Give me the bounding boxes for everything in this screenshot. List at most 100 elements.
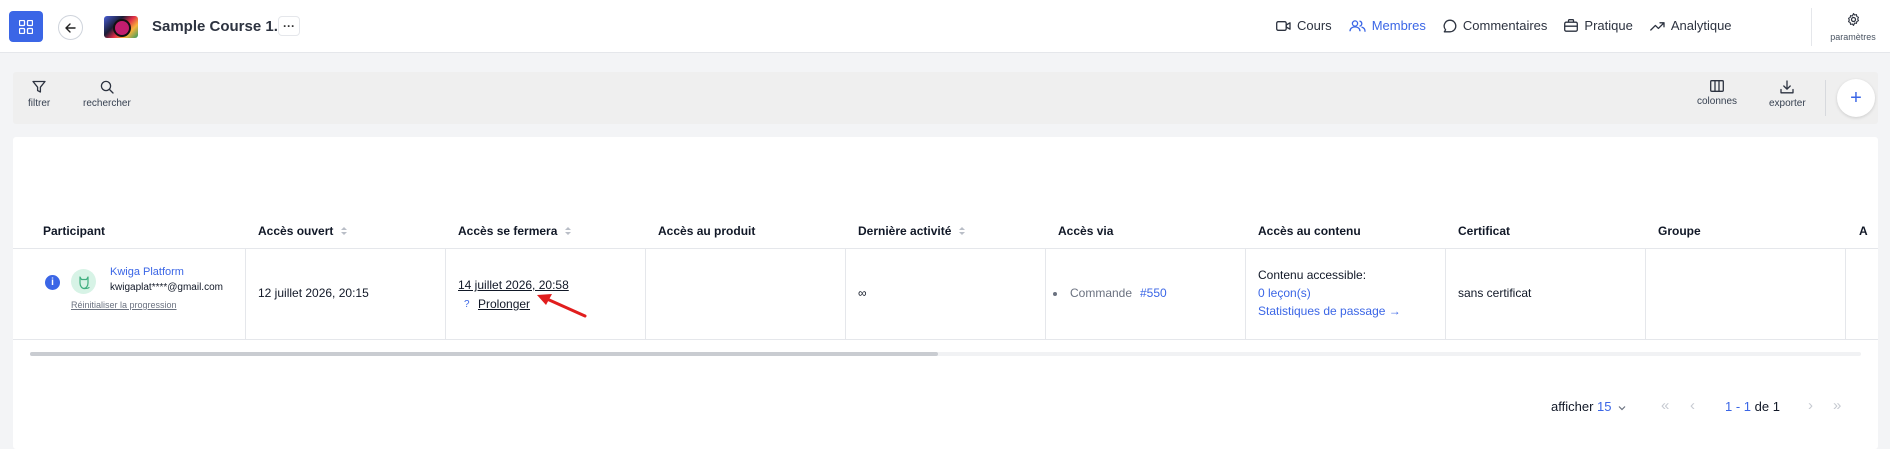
avatar [71, 269, 96, 294]
access-via-label: Commande [1070, 286, 1133, 300]
column-header-acces-se-fermera[interactable]: Accès se fermera [458, 224, 572, 238]
column-label: Accès via [1058, 224, 1114, 238]
first-page-button[interactable]: « [1661, 397, 1669, 414]
settings-button[interactable]: paramètres [1826, 12, 1880, 42]
columns-button[interactable]: colonnes [1697, 80, 1737, 107]
comment-icon [1443, 19, 1457, 32]
columns-label: colonnes [1697, 96, 1738, 107]
page-total: de 1 [1754, 399, 1780, 414]
column-label: A [1859, 224, 1868, 238]
column-divider [845, 249, 846, 340]
column-label: Certificat [1458, 224, 1511, 238]
order-number-link[interactable]: #550 [1140, 286, 1167, 300]
column-header-acces-produit: Accès au produit [658, 224, 755, 238]
nav-label-pratique: Pratique [1584, 18, 1633, 33]
members-table-panel: Participant Accès ouvert Accès se fermer… [13, 137, 1878, 449]
course-thumbnail [104, 16, 138, 38]
pass-statistics-link[interactable]: Statistiques de passage → [1258, 304, 1401, 318]
gear-icon [1847, 13, 1859, 26]
page-range: 1 - 1 de 1 [1725, 399, 1780, 414]
participant-email: kwigaplat****@gmail.com [110, 282, 223, 293]
settings-label: paramètres [1830, 32, 1876, 42]
horizontal-scrollbar-thumb[interactable] [30, 352, 938, 356]
previous-page-button[interactable]: ‹ [1690, 397, 1695, 414]
column-divider [1845, 249, 1846, 340]
certificate-status: sans certificat [1458, 286, 1532, 300]
download-icon [1780, 80, 1794, 94]
search-icon [100, 80, 114, 94]
columns-icon [1710, 80, 1724, 92]
column-divider [445, 249, 446, 340]
briefcase-icon [1564, 19, 1579, 32]
column-header-acces-contenu: Accès au contenu [1258, 224, 1361, 238]
nav-item-commentaires[interactable]: Commentaires [1443, 18, 1548, 33]
course-title: Sample Course 1.0 [152, 18, 287, 35]
column-header-acces-via: Accès via [1058, 224, 1113, 238]
column-divider [1045, 249, 1046, 340]
search-label: rechercher [83, 98, 131, 109]
last-page-button[interactable]: » [1833, 397, 1841, 414]
apps-grid-button[interactable] [9, 11, 43, 42]
last-activity: ∞ [858, 286, 867, 300]
column-label: Groupe [1658, 224, 1701, 238]
back-button[interactable] [58, 15, 83, 40]
column-label: Accès au produit [658, 224, 756, 238]
column-header-groupe: Groupe [1658, 224, 1701, 238]
column-label: Accès ouvert [258, 224, 334, 238]
sort-icon[interactable] [341, 226, 348, 236]
export-button[interactable]: exporter [1769, 80, 1806, 109]
nav-item-analytique[interactable]: Analytique [1649, 18, 1732, 33]
participant-name-link[interactable]: Kwiga Platform [110, 266, 184, 278]
nav-label-cours: Cours [1297, 18, 1332, 33]
lessons-link[interactable]: 0 leçon(s) [1258, 286, 1311, 300]
main-nav: Cours Membres Commentaires Pratique Anal… [1276, 18, 1749, 33]
reset-progress-link[interactable]: Réinitialiser la progression [71, 300, 177, 310]
help-icon[interactable]: ? [464, 299, 470, 310]
column-divider [245, 249, 246, 340]
top-bar: Sample Course 1.0 ··· Cours Membres Comm… [0, 0, 1890, 53]
divider [1811, 8, 1812, 46]
annotation-arrow-icon [537, 294, 587, 318]
nav-label-commentaires: Commentaires [1462, 18, 1548, 33]
column-header-truncated: A [1859, 224, 1868, 238]
filter-button[interactable]: filtrer [28, 80, 50, 109]
nav-item-membres[interactable]: Membres [1349, 18, 1426, 33]
column-divider [1445, 249, 1446, 340]
chevron-down-icon [1618, 406, 1626, 411]
access-opened-date: 12 juillet 2026, 20:15 [258, 286, 369, 300]
column-header-participant: Participant [43, 224, 105, 238]
column-label: Accès au contenu [1258, 224, 1361, 238]
column-header-certificat: Certificat [1458, 224, 1510, 238]
search-button[interactable]: rechercher [83, 80, 131, 109]
per-page-value: 15 [1597, 399, 1612, 414]
arrow-left-icon [65, 22, 76, 33]
column-divider [1245, 249, 1246, 340]
users-icon [1349, 19, 1366, 32]
sort-icon[interactable] [565, 226, 572, 236]
column-header-derniere-activite[interactable]: Dernière activité [858, 224, 966, 238]
nav-item-cours[interactable]: Cours [1276, 18, 1332, 33]
table-header: Participant Accès ouvert Accès se fermer… [13, 213, 1878, 249]
cat-avatar-icon [78, 275, 90, 289]
add-member-button[interactable]: + [1837, 79, 1875, 117]
column-label: Dernière activité [858, 224, 952, 238]
per-page-select[interactable]: afficher 15 [1551, 399, 1626, 414]
nav-item-pratique[interactable]: Pratique [1564, 18, 1633, 33]
more-options-button[interactable]: ··· [278, 16, 300, 36]
sort-icon[interactable] [959, 226, 966, 236]
video-icon [1276, 20, 1291, 31]
filter-icon [32, 80, 46, 93]
list-bullet [1053, 292, 1057, 296]
toolbar-divider [1825, 80, 1826, 116]
trend-icon [1649, 21, 1665, 31]
per-page-label: afficher [1551, 399, 1594, 414]
info-icon[interactable]: i [45, 275, 60, 290]
page-range-value: 1 - 1 [1725, 399, 1752, 414]
column-divider [645, 249, 646, 340]
grid-icon [19, 19, 33, 34]
next-page-button[interactable]: › [1808, 397, 1813, 414]
column-header-acces-ouvert[interactable]: Accès ouvert [258, 224, 348, 238]
content-access-title: Contenu accessible: [1258, 268, 1367, 282]
column-divider [1645, 249, 1646, 340]
extend-access-link[interactable]: Prolonger [478, 297, 530, 311]
